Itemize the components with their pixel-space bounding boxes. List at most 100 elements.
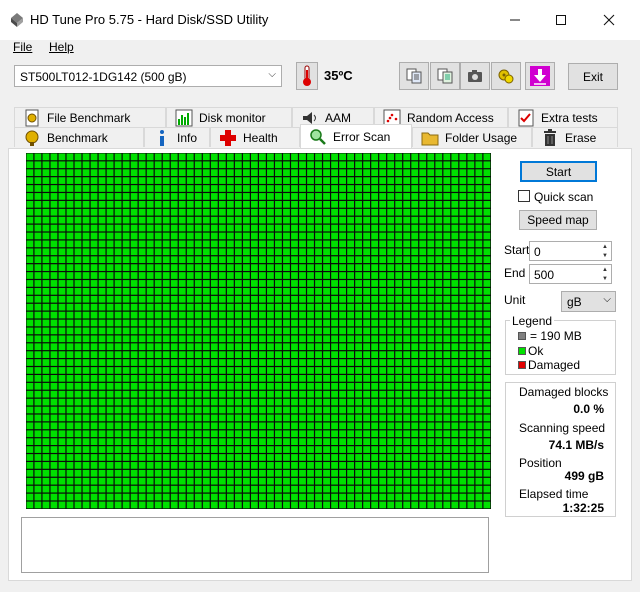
tab-info[interactable]: Info — [144, 127, 210, 147]
scan-block — [178, 501, 186, 509]
scan-block — [435, 485, 443, 493]
minimize-button[interactable] — [492, 0, 538, 40]
scan-block — [347, 462, 355, 469]
scan-block — [34, 272, 42, 279]
menu-help[interactable]: Help — [49, 40, 74, 54]
tab-benchmark[interactable]: Benchmark — [14, 127, 144, 147]
scan-block — [339, 414, 346, 422]
start-field[interactable]: 0 ▲ ▼ — [529, 241, 612, 261]
tab-health[interactable]: Health — [210, 127, 300, 147]
scan-block — [210, 153, 218, 161]
scan-block — [315, 501, 322, 509]
scan-block — [250, 232, 258, 240]
start-button[interactable]: Start — [520, 161, 597, 182]
scan-block — [267, 485, 274, 493]
scan-block — [170, 501, 178, 509]
save-button[interactable] — [525, 62, 555, 90]
scan-block — [26, 280, 34, 287]
scan-block — [371, 485, 379, 493]
tab-folder-usage[interactable]: Folder Usage — [412, 127, 532, 147]
spin-down-icon[interactable]: ▼ — [599, 274, 611, 283]
screenshot-button[interactable] — [460, 62, 490, 90]
quick-scan-checkbox[interactable] — [518, 190, 530, 202]
scan-block — [403, 469, 411, 477]
scan-block — [42, 240, 50, 248]
scan-block — [162, 153, 170, 161]
copy-all-button[interactable] — [430, 62, 460, 90]
scan-block — [387, 272, 395, 279]
scan-block — [202, 185, 210, 192]
tab-error-scan[interactable]: Error Scan — [300, 124, 412, 149]
scan-block — [250, 208, 258, 216]
scan-block — [242, 335, 250, 343]
scan-block — [483, 287, 491, 295]
scan-block — [58, 240, 66, 248]
scan-block — [363, 462, 371, 469]
scan-block — [371, 177, 379, 184]
end-field[interactable]: 500 ▲ ▼ — [529, 264, 612, 284]
scan-block — [347, 351, 355, 358]
close-button[interactable] — [586, 0, 632, 40]
scan-block — [323, 248, 330, 256]
scan-block — [170, 216, 178, 224]
drive-select[interactable]: ST500LT012-1DG142 (500 gB) ⌵ — [14, 65, 282, 87]
scan-block — [475, 193, 483, 200]
scan-block — [307, 240, 314, 248]
scan-block — [186, 264, 194, 271]
scan-block — [323, 335, 330, 343]
tab-label: Folder Usage — [445, 130, 518, 145]
scan-block — [58, 382, 66, 390]
scan-block — [363, 295, 371, 303]
maximize-button[interactable] — [538, 0, 584, 40]
tab-extra-tests[interactable]: Extra tests — [508, 107, 618, 127]
spin-up-icon[interactable]: ▲ — [599, 242, 611, 251]
scan-block — [154, 359, 162, 366]
scan-block — [242, 200, 250, 208]
scan-block — [154, 367, 162, 374]
scan-block — [58, 272, 66, 279]
scan-block — [331, 161, 338, 169]
scan-block — [275, 462, 282, 469]
spin-down-icon[interactable]: ▼ — [599, 251, 611, 260]
copy-info-button[interactable] — [399, 62, 429, 90]
unit-select[interactable]: gB ⌵ — [561, 291, 616, 312]
scan-block — [307, 216, 314, 224]
scan-block — [419, 343, 427, 351]
scan-block — [347, 208, 355, 216]
scan-block — [379, 295, 387, 303]
tab-label: File Benchmark — [47, 110, 131, 125]
scan-block — [275, 287, 282, 295]
speed-map-button[interactable]: Speed map — [519, 210, 597, 230]
tab-erase[interactable]: Erase — [532, 127, 618, 147]
menu-file[interactable]: File — [13, 40, 32, 54]
tab-disk-monitor[interactable]: Disk monitor — [166, 107, 292, 127]
scan-block — [307, 161, 314, 169]
scan-block — [331, 177, 338, 184]
scan-block — [170, 153, 178, 161]
scan-block — [403, 327, 411, 335]
speed-map-button-label: Speed map — [527, 213, 589, 227]
scan-block — [459, 193, 467, 200]
scan-block — [42, 319, 50, 327]
scan-block — [395, 477, 403, 485]
scan-block — [363, 319, 371, 327]
scan-block — [323, 398, 330, 406]
scan-block — [226, 240, 234, 248]
scan-block — [242, 367, 250, 374]
scan-block — [122, 335, 130, 343]
scan-block — [379, 280, 387, 287]
scan-block — [146, 303, 154, 311]
tab-file-benchmark[interactable]: File Benchmark — [14, 107, 166, 127]
scan-block — [451, 398, 459, 406]
spin-up-icon[interactable]: ▲ — [599, 265, 611, 274]
scan-block — [387, 351, 395, 358]
options-button[interactable] — [491, 62, 521, 90]
scan-block — [186, 382, 194, 390]
scan-block — [411, 232, 419, 240]
scan-block — [226, 161, 234, 169]
scan-block — [371, 430, 379, 438]
scan-block — [50, 422, 58, 430]
exit-button[interactable]: Exit — [568, 63, 618, 90]
scan-block — [379, 398, 387, 406]
scan-block — [291, 216, 298, 224]
